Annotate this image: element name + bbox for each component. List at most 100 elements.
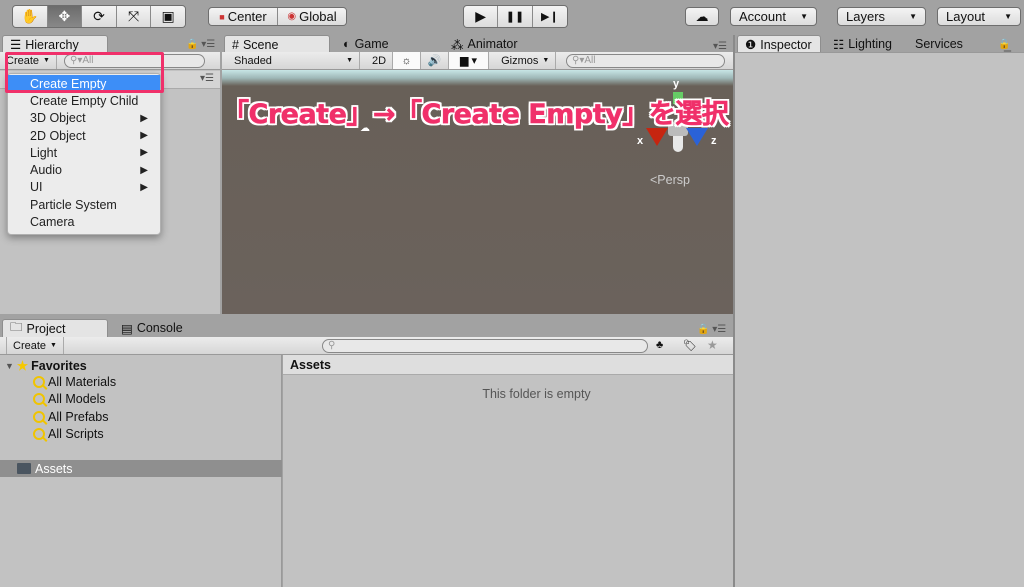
layout-dropdown[interactable]: Layout ▼	[937, 7, 1021, 26]
step-button[interactable]: ▶❙	[532, 6, 567, 27]
favorites-star-icon[interactable]: ★	[707, 338, 718, 352]
lighting-toggle[interactable]: ☼	[393, 52, 422, 69]
menu-item-create-empty-child[interactable]: Create Empty Child	[8, 92, 160, 109]
rect-tool-button[interactable]: ▣	[151, 6, 185, 27]
shading-dropdown[interactable]: Shaded ▼	[222, 52, 360, 69]
tab-services[interactable]: Services	[908, 35, 970, 53]
tab-label: Scene	[242, 37, 279, 52]
assets-breadcrumb: Assets	[283, 355, 733, 375]
panel-menu-icon[interactable]: ▾☰	[200, 73, 214, 84]
tab-scene[interactable]: # Scene	[224, 35, 330, 53]
favorite-all-models[interactable]: All Models	[33, 392, 106, 406]
layers-label: Layers	[846, 9, 886, 24]
tab-game[interactable]: ◐ Game	[336, 35, 396, 53]
panel-divider[interactable]	[733, 35, 735, 587]
search-icon	[33, 411, 45, 423]
menu-item-3d-object[interactable]: 3D Object ▶	[8, 110, 160, 127]
tab-project[interactable]: 🗀 Project	[2, 319, 108, 337]
move-tool-button[interactable]: ✥	[47, 6, 83, 27]
pivot-center-button[interactable]: ■ Center	[209, 8, 278, 25]
tab-label: Game	[354, 37, 389, 51]
filter-by-label-icon[interactable]: 🏷	[683, 339, 697, 352]
create-label: Create	[13, 339, 47, 352]
gizmos-label: Gizmos	[501, 54, 539, 67]
effects-toggle[interactable]: ▆ ▾	[449, 52, 490, 69]
chevron-down-icon: ▼	[542, 57, 550, 64]
submenu-arrow-icon: ▶	[140, 147, 148, 159]
favorite-all-materials[interactable]: All Materials	[33, 375, 116, 389]
pause-button[interactable]: ❚❚	[498, 6, 533, 27]
hand-tool-button[interactable]: ✋	[13, 6, 48, 27]
tab-animator[interactable]: ⁂ Animator	[444, 35, 525, 53]
panel-menu-icon[interactable]: 🔒 ▾☰	[186, 39, 215, 50]
rotate-tool-button[interactable]: ⟳	[82, 6, 117, 27]
animator-icon: ⁂	[451, 37, 464, 52]
persp-label[interactable]: <Persp	[650, 173, 690, 187]
submenu-arrow-icon: ▶	[140, 130, 148, 142]
account-dropdown[interactable]: Account ▼	[730, 7, 817, 26]
tab-hierarchy[interactable]: ☰ Hierarchy	[2, 35, 108, 53]
tab-label: Lighting	[848, 37, 893, 51]
scene-search-input[interactable]: ⚲▾All	[566, 54, 725, 68]
favorites-label: Favorites	[31, 358, 87, 373]
scale-tool-button[interactable]: ⤧	[116, 6, 152, 27]
menu-label: 3D Object	[30, 111, 86, 126]
menu-item-ui[interactable]: UI ▶	[8, 179, 160, 196]
space-global-button[interactable]: ◉ Global	[278, 8, 346, 25]
2d-toggle[interactable]: 2D	[366, 52, 394, 69]
folder-icon	[17, 463, 31, 474]
gizmos-dropdown[interactable]: Gizmos ▼	[495, 52, 557, 69]
pivot-icon: ■	[219, 11, 225, 22]
info-icon: ❶	[745, 38, 757, 52]
item-label: All Scripts	[48, 427, 104, 441]
menu-item-2d-object[interactable]: 2D Object ▶	[8, 127, 160, 144]
favorites-item[interactable]: ▼ ★ Favorites	[5, 358, 87, 374]
tab-console[interactable]: ▤ Console	[114, 319, 190, 337]
tab-label: Services	[915, 37, 963, 51]
tab-label: Animator	[467, 37, 518, 51]
project-create-button[interactable]: Create ▼	[6, 337, 64, 354]
inspector-panel	[735, 52, 1024, 587]
transform-tools: ✋ ✥ ⟳ ⤧ ▣	[12, 5, 186, 28]
chevron-down-icon: ▼	[909, 12, 917, 21]
play-button[interactable]: ▶	[464, 6, 499, 27]
assets-folder-item[interactable]: Assets	[0, 460, 282, 477]
favorite-all-prefabs[interactable]: All Prefabs	[33, 410, 108, 424]
tab-inspector[interactable]: ❶ Inspector	[737, 35, 821, 53]
menu-item-particle-system[interactable]: Particle System	[8, 196, 160, 213]
search-icon	[33, 393, 45, 405]
star-icon: ★	[16, 359, 29, 373]
tab-lighting[interactable]: ☷ Lighting	[826, 35, 899, 53]
audio-toggle[interactable]: 🔊	[421, 52, 450, 69]
annotation-text: 「Create」→「Create Empty」を選択	[222, 99, 729, 131]
menu-label: Light	[30, 145, 58, 160]
cloud-button[interactable]: ☁	[685, 7, 719, 26]
shading-label: Shaded	[234, 54, 272, 67]
highlight-box	[5, 52, 164, 93]
pivot-controls: ■ Center ◉ Global	[208, 7, 347, 26]
sliders-icon: ☷	[833, 37, 845, 52]
grid-icon: #	[232, 37, 239, 52]
pivot-label: Center	[227, 9, 267, 24]
menu-label: UI	[30, 180, 43, 195]
favorite-all-scripts[interactable]: All Scripts	[33, 427, 104, 441]
panel-menu-icon[interactable]: ▾☰	[713, 41, 727, 52]
space-label: Global	[299, 9, 337, 24]
layout-label: Layout	[946, 9, 986, 24]
search-icon	[33, 428, 45, 440]
menu-item-audio[interactable]: Audio ▶	[8, 161, 160, 178]
menu-label: Create Empty Child	[30, 93, 139, 108]
layers-dropdown[interactable]: Layers ▼	[837, 7, 926, 26]
filter-by-type-icon[interactable]: ♣	[656, 339, 663, 351]
panel-menu-icon[interactable]: 🔒 ▾☰	[697, 324, 726, 335]
menu-item-camera[interactable]: Camera	[8, 213, 160, 230]
empty-folder-message: This folder is empty	[482, 387, 591, 401]
expand-arrow-icon: ▼	[5, 360, 14, 371]
list-icon: ☰	[10, 38, 22, 52]
neg-y-cone	[673, 136, 683, 152]
game-icon: ◐	[343, 37, 351, 51]
chevron-down-icon: ▼	[800, 12, 808, 21]
account-label: Account	[739, 9, 786, 24]
menu-item-light[interactable]: Light ▶	[8, 144, 160, 161]
project-search-input[interactable]: ⚲	[322, 339, 648, 353]
